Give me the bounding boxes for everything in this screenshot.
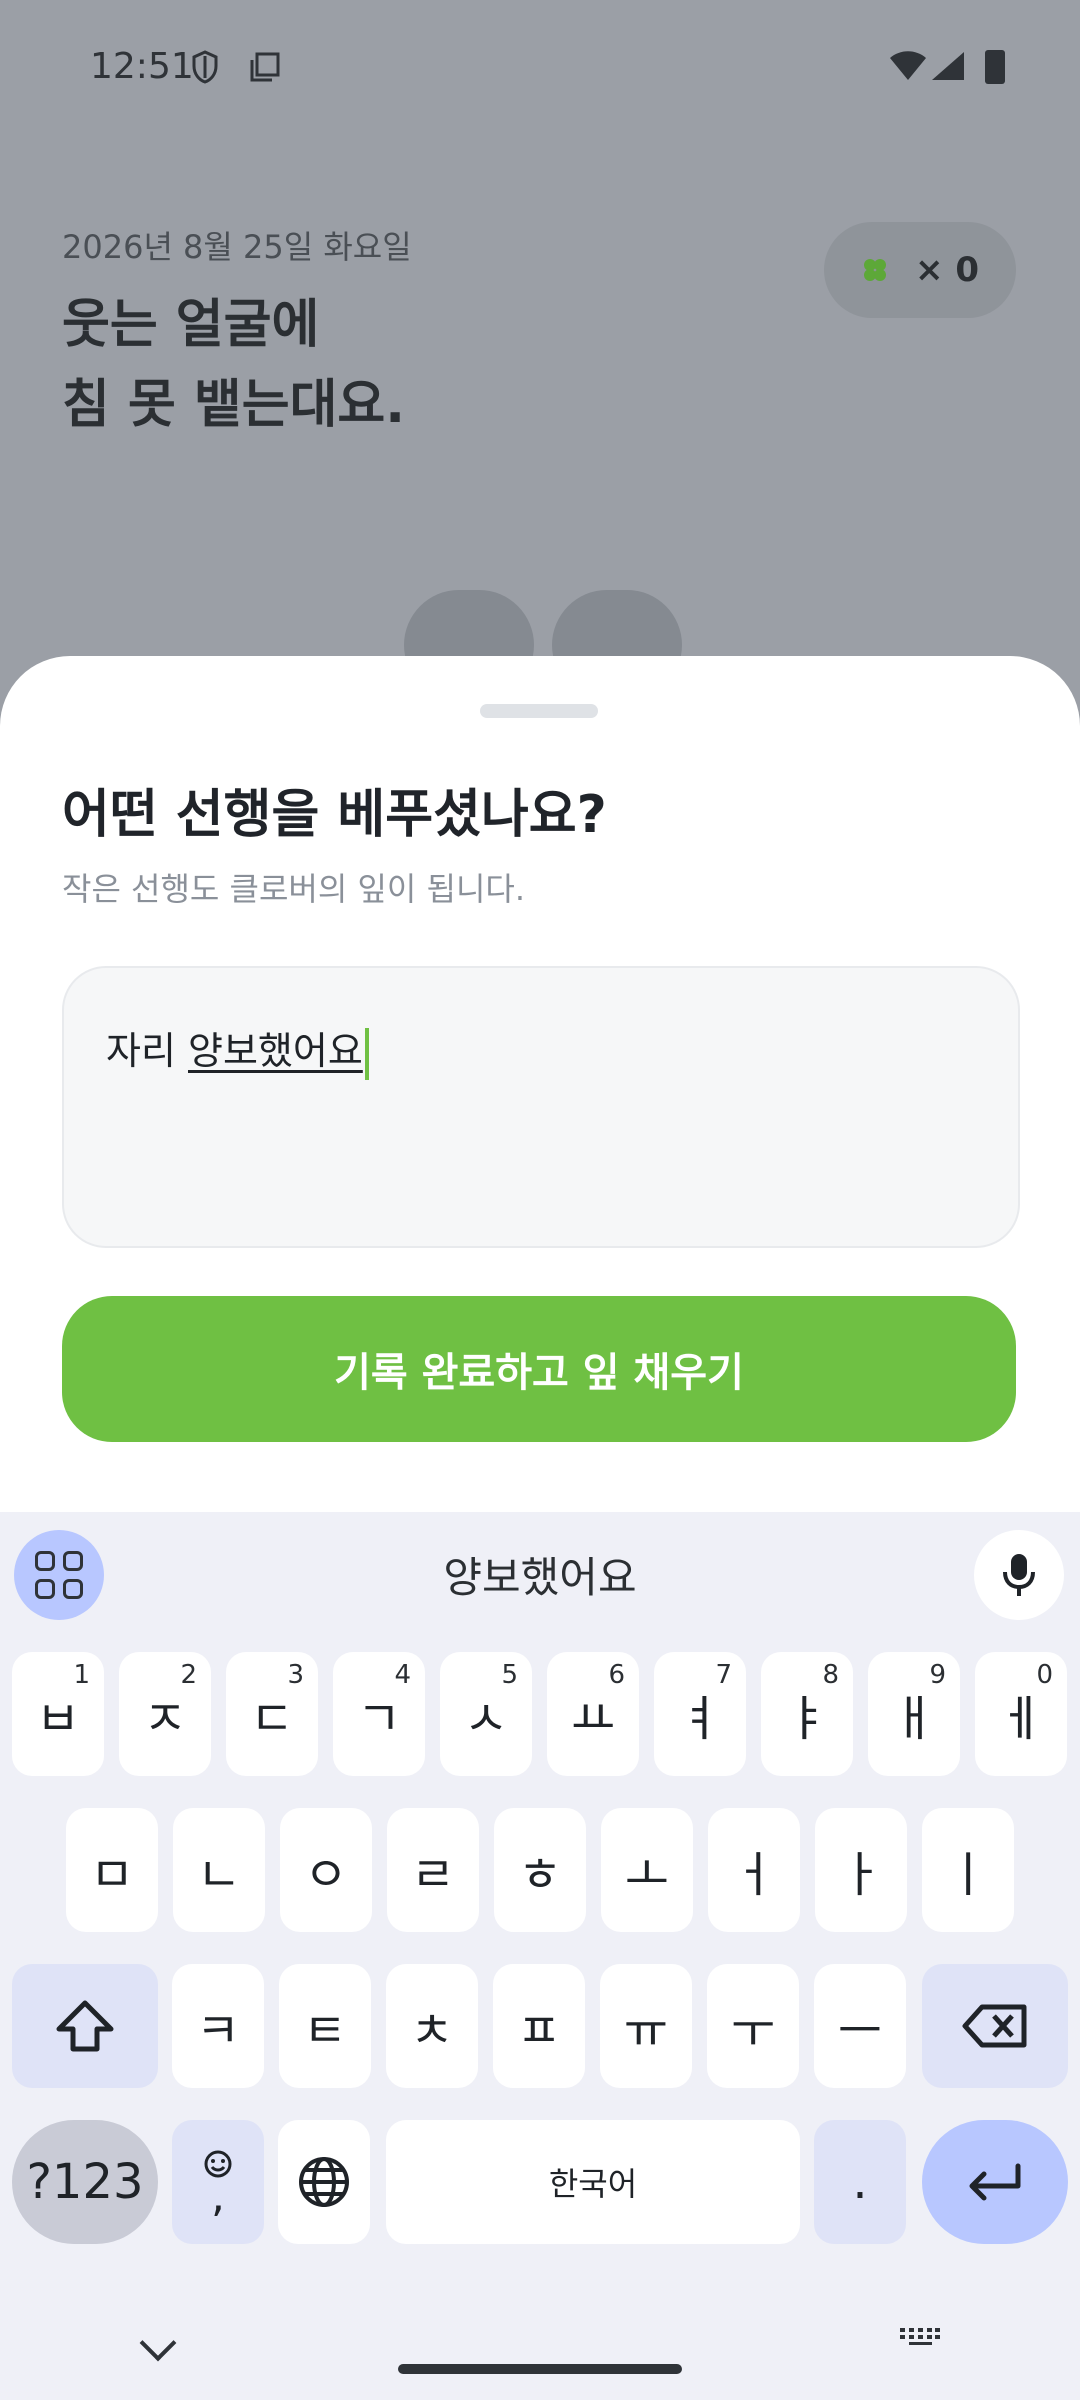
key-label: ㅊ xyxy=(409,2003,455,2059)
key[interactable]: ㅜ xyxy=(707,1964,799,2088)
key-number-hint: 9 xyxy=(929,1660,946,1690)
period-key[interactable]: . xyxy=(814,2120,906,2244)
backspace-icon xyxy=(962,2004,1027,2048)
key-label: ㅎ xyxy=(517,1847,563,1903)
wifi-icon xyxy=(890,51,926,80)
enter-key[interactable] xyxy=(922,2120,1068,2244)
key-number-hint: 2 xyxy=(180,1660,197,1690)
key-label: ㅍ xyxy=(516,2003,562,2059)
keyboard-row-4: ?123 , 한국어 . xyxy=(0,2120,1080,2244)
key-number-hint: 8 xyxy=(822,1660,839,1690)
key-label: ㅓ xyxy=(731,1847,777,1903)
screenshot-icon xyxy=(250,52,280,82)
sheet-drag-handle[interactable] xyxy=(480,704,598,718)
key[interactable]: ㅣ xyxy=(922,1808,1014,1932)
keyboard: 양보했어요 ㅂ1ㅈ2ㄷ3ㄱ4ㅅ5ㅛ6ㅕ7ㅑ8ㅐ9ㅔ0 ㅁ ㄴ ㅇ ㄹ ㅎ ㅗ ㅓ ㅏ ㅣ ㅋ ㅌ ㅊ… xyxy=(0,1512,1080,2400)
keyboard-row-1: ㅂ1ㅈ2ㄷ3ㄱ4ㅅ5ㅛ6ㅕ7ㅑ8ㅐ9ㅔ0 xyxy=(0,1652,1080,1776)
key[interactable]: ㅔ0 xyxy=(975,1652,1067,1776)
battery-icon xyxy=(985,50,1005,84)
key-label: ㅡ xyxy=(837,2003,883,2059)
key[interactable]: ㅕ7 xyxy=(654,1652,746,1776)
status-time: 12:51 xyxy=(90,46,194,87)
clover-count-badge[interactable]: × 0 xyxy=(824,222,1016,318)
keyboard-row-3: ㅋㅌㅊㅍㅠㅜㅡ xyxy=(0,1964,1080,2088)
emoji-comma-key[interactable]: , xyxy=(172,2120,264,2244)
suggestion-word[interactable]: 양보했어요 xyxy=(0,1544,1080,1605)
shift-icon xyxy=(56,2000,114,2052)
key-label: ㅏ xyxy=(838,1847,884,1903)
key-label: ㄹ xyxy=(410,1847,456,1903)
input-text-committed: 자리 xyxy=(106,1029,188,1073)
key[interactable]: ㄷ3 xyxy=(226,1652,318,1776)
key-label: ㅜ xyxy=(730,2003,776,2059)
key-label: ㅣ xyxy=(945,1847,991,1903)
key[interactable]: ㅡ xyxy=(814,1964,906,2088)
key[interactable]: ㅗ xyxy=(601,1808,693,1932)
shift-key[interactable] xyxy=(12,1964,158,2088)
text-caret xyxy=(364,1027,369,1080)
shield-icon xyxy=(192,50,218,84)
enter-icon xyxy=(969,2163,1021,2201)
status-bar: 12:51 xyxy=(0,0,1080,140)
backspace-key[interactable] xyxy=(922,1964,1068,2088)
quote-line-2: 침 못 뱉는대요. xyxy=(62,375,406,435)
input-value: 자리 양보했어요 xyxy=(106,1020,369,1080)
quote-line-1: 웃는 얼굴에 xyxy=(62,295,320,355)
key[interactable]: ㅠ xyxy=(600,1964,692,2088)
key[interactable]: ㅎ xyxy=(494,1808,586,1932)
key-label: ㄴ xyxy=(196,1847,242,1903)
key-number-hint: 0 xyxy=(1036,1660,1053,1690)
microphone-icon xyxy=(1003,1554,1035,1596)
key-label: ㅠ xyxy=(623,2003,669,2059)
key-label: ㅁ xyxy=(89,1847,135,1903)
voice-input-button[interactable] xyxy=(974,1530,1064,1620)
symbols-key[interactable]: ?123 xyxy=(12,2120,158,2244)
signal-icon xyxy=(932,52,964,80)
key-label: ㅇ xyxy=(303,1847,349,1903)
keyboard-switch-icon[interactable] xyxy=(900,2326,940,2346)
key-number-hint: 5 xyxy=(501,1660,518,1690)
key[interactable]: ㅑ8 xyxy=(761,1652,853,1776)
key[interactable]: ㅏ xyxy=(815,1808,907,1932)
clover-icon xyxy=(864,259,886,281)
home-indicator[interactable] xyxy=(398,2364,682,2374)
key[interactable]: ㅁ xyxy=(66,1808,158,1932)
clover-count: × 0 xyxy=(915,250,979,290)
key-number-hint: 6 xyxy=(608,1660,625,1690)
submit-button[interactable]: 기록 완료하고 잎 채우기 xyxy=(62,1296,1016,1442)
key[interactable]: ㅌ xyxy=(279,1964,371,2088)
key[interactable]: ㅓ xyxy=(708,1808,800,1932)
key[interactable]: ㄱ4 xyxy=(333,1652,425,1776)
language-key[interactable] xyxy=(278,2120,370,2244)
input-text-composing: 양보했어요 xyxy=(188,1029,363,1073)
key[interactable]: ㅋ xyxy=(172,1964,264,2088)
key[interactable]: ㅛ6 xyxy=(547,1652,639,1776)
key-number-hint: 7 xyxy=(715,1660,732,1690)
daily-quote: 웃는 얼굴에 침 못 뱉는대요. xyxy=(62,285,405,445)
key-label: ㅗ xyxy=(624,1847,670,1903)
key-number-hint: 3 xyxy=(287,1660,304,1690)
keyboard-row-2: ㅁㄴㅇㄹㅎㅗㅓㅏㅣ xyxy=(0,1808,1080,1932)
good-deed-input[interactable]: 자리 양보했어요 xyxy=(62,966,1020,1248)
key[interactable]: ㅐ9 xyxy=(868,1652,960,1776)
good-deed-bottom-sheet: 어떤 선행을 베푸셨나요? 작은 선행도 클로버의 잎이 됩니다. 자리 양보했… xyxy=(0,656,1080,1556)
key-label: ㅌ xyxy=(302,2003,348,2059)
key-number-hint: 1 xyxy=(73,1660,90,1690)
date-label: 2026년 8월 25일 화요일 xyxy=(62,228,412,266)
key-label: ㅋ xyxy=(195,2003,241,2059)
key[interactable]: ㄴ xyxy=(173,1808,265,1932)
sheet-title: 어떤 선행을 베푸셨나요? xyxy=(62,785,607,845)
key-number-hint: 4 xyxy=(394,1660,411,1690)
sheet-subtitle: 작은 선행도 클로버의 잎이 됩니다. xyxy=(62,870,526,908)
key[interactable]: ㅂ1 xyxy=(12,1652,104,1776)
key[interactable]: ㅊ xyxy=(386,1964,478,2088)
key[interactable]: ㄹ xyxy=(387,1808,479,1932)
key[interactable]: ㅈ2 xyxy=(119,1652,211,1776)
globe-icon xyxy=(299,2157,349,2207)
key[interactable]: ㅍ xyxy=(493,1964,585,2088)
comma-label: , xyxy=(211,2171,225,2222)
key[interactable]: ㅅ5 xyxy=(440,1652,532,1776)
key[interactable]: ㅇ xyxy=(280,1808,372,1932)
space-key[interactable]: 한국어 xyxy=(386,2120,800,2244)
